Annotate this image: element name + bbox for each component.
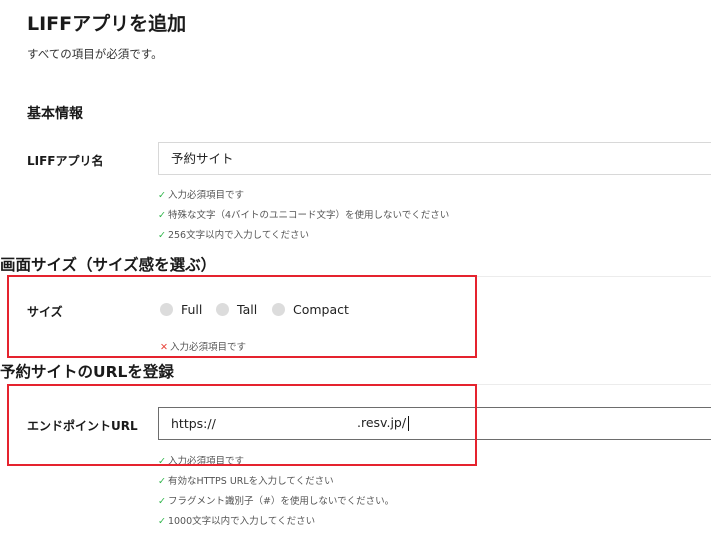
page-title: LIFFアプリを追加 xyxy=(27,13,187,35)
check-icon: ✓ xyxy=(158,476,166,487)
app-name-value: 予約サイト xyxy=(171,151,234,166)
app-name-hint-special-chars: ✓ 特殊な文字（4バイトのユニコード文字）を使用しないでください xyxy=(158,210,450,221)
app-name-label: LIFFアプリ名 xyxy=(27,154,104,168)
page-subtitle: すべての項目が必須です。 xyxy=(27,47,163,61)
app-name-hint-required: ✓ 入力必須項目です xyxy=(158,190,244,201)
check-icon: ✓ xyxy=(158,190,166,201)
app-name-hint-length: ✓ 256文字以内で入力してください xyxy=(158,230,310,241)
app-name-input[interactable]: 予約サイト xyxy=(158,142,711,175)
check-icon: ✓ xyxy=(158,516,166,527)
endpoint-hint-https: ✓ 有効なHTTPS URLを入力してください xyxy=(158,476,334,487)
endpoint-hint-fragment: ✓ フラグメント識別子（#）を使用しないでください。 xyxy=(158,496,395,507)
check-icon: ✓ xyxy=(158,230,166,241)
endpoint-hint-length: ✓ 1000文字以内で入力してください xyxy=(158,516,316,527)
section-title-basic-info: 基本情報 xyxy=(27,106,83,122)
highlight-box-endpoint xyxy=(7,384,477,466)
annotation-url: 予約サイトのURLを登録 xyxy=(0,363,174,381)
check-icon: ✓ xyxy=(158,210,166,221)
annotation-size: 画面サイズ（サイズ感を選ぶ） xyxy=(0,256,217,274)
highlight-box-size xyxy=(7,275,477,358)
check-icon: ✓ xyxy=(158,496,166,507)
